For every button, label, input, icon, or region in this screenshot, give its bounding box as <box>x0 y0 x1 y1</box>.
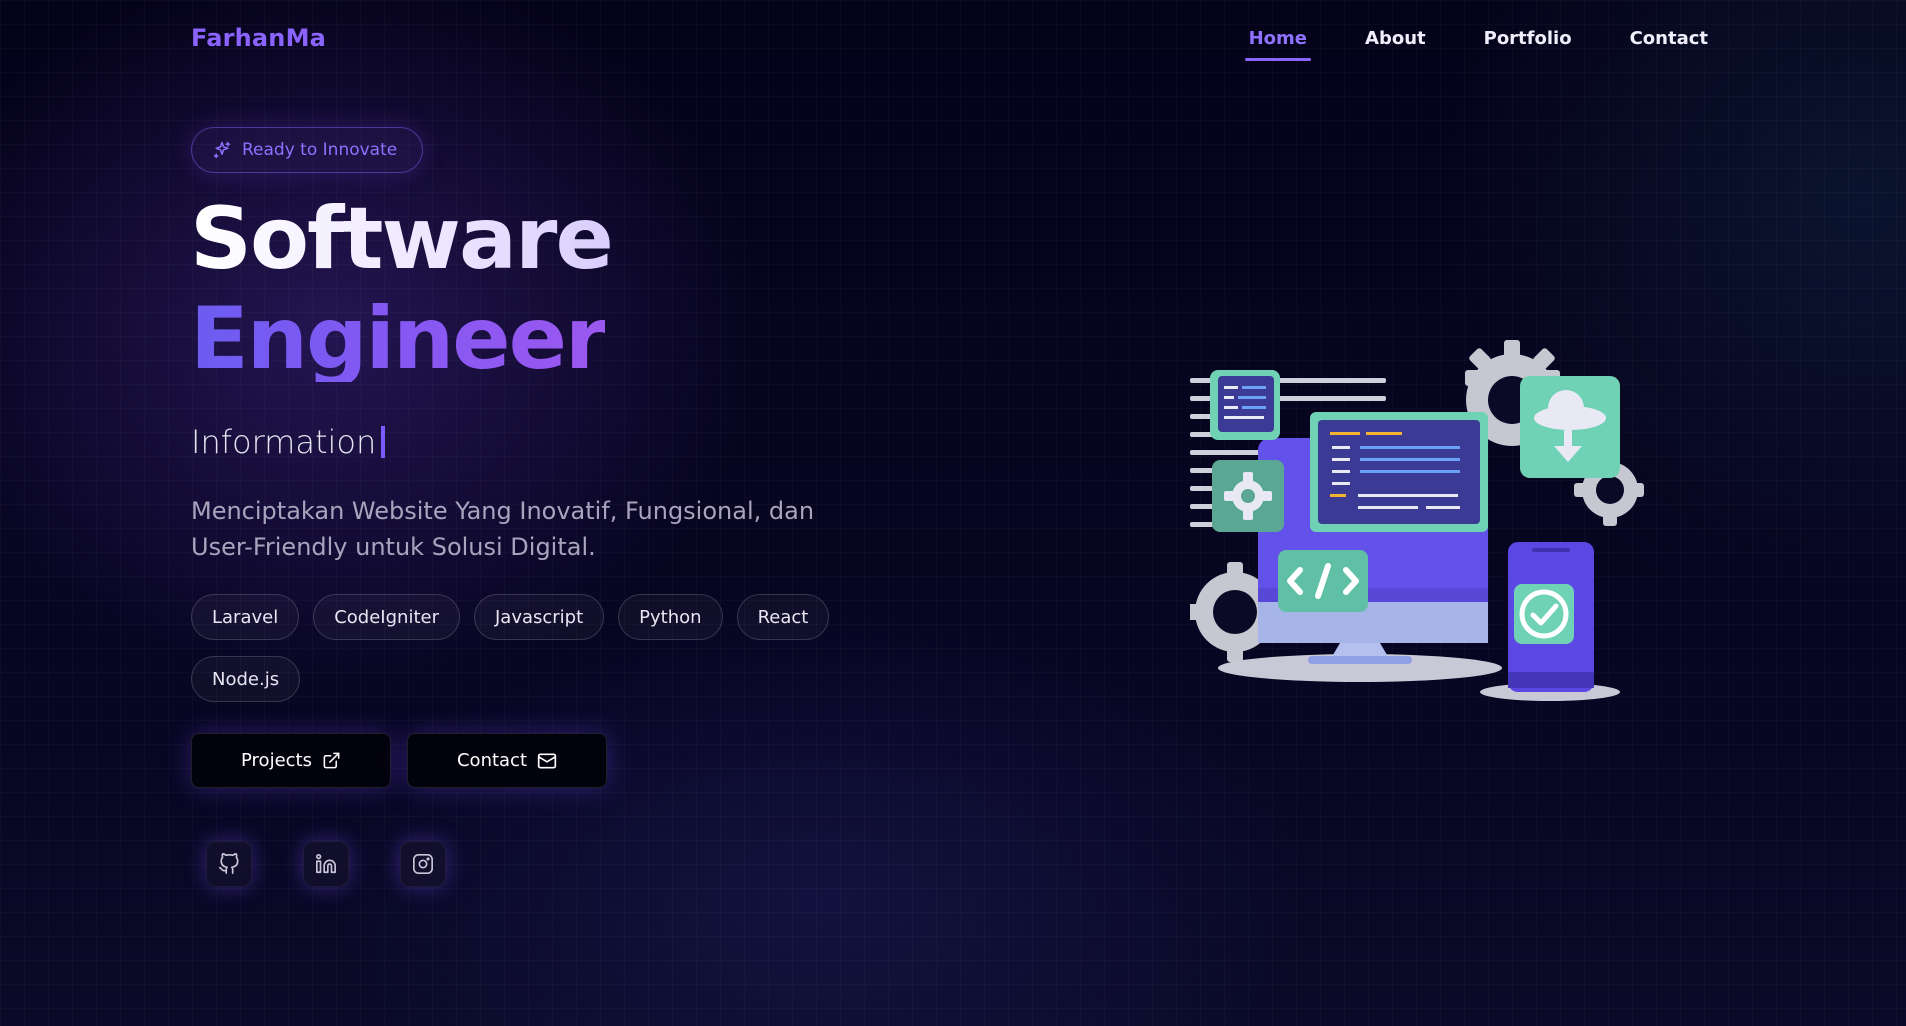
github-link[interactable] <box>206 841 252 887</box>
tag-python: Python <box>618 594 723 640</box>
typing-text: Information <box>191 423 377 461</box>
nav-item-contact[interactable]: Contact <box>1626 26 1712 51</box>
github-icon <box>219 853 239 874</box>
sparkles-icon <box>213 141 231 159</box>
tech-tags: Laravel CodeIgniter Javascript Python Re… <box>191 594 891 702</box>
brand-logo[interactable]: FarhanMa <box>191 24 326 52</box>
mail-icon <box>537 753 557 768</box>
instagram-icon <box>413 854 433 874</box>
code-window <box>1310 412 1488 532</box>
ready-badge: Ready to Innovate <box>191 127 423 173</box>
hero-description: Menciptakan Website Yang Inovatif, Fungs… <box>191 497 815 561</box>
projects-button[interactable]: Projects <box>191 733 391 788</box>
page-content: FarhanMa Home About Portfolio Contact Re… <box>0 0 1906 1026</box>
developer-illustration <box>1190 340 1644 701</box>
typing-caret <box>381 426 386 458</box>
hero-title-line1: Software <box>190 189 614 289</box>
nav-item-home[interactable]: Home <box>1244 26 1312 61</box>
badge-label: Ready to Innovate <box>242 140 398 160</box>
main-nav: Home About Portfolio Contact <box>1244 26 1712 61</box>
linkedin-link[interactable] <box>303 841 349 887</box>
tag-laravel: Laravel <box>191 594 300 640</box>
code-tag-card-icon <box>1278 550 1368 612</box>
nav-item-portfolio[interactable]: Portfolio <box>1480 26 1576 51</box>
settings-card-icon <box>1212 460 1284 532</box>
contact-button[interactable]: Contact <box>407 733 607 788</box>
contact-button-label: Contact <box>456 750 528 771</box>
nav-item-about[interactable]: About <box>1361 26 1430 51</box>
projects-button-label: Projects <box>241 750 312 771</box>
tag-react: React <box>736 594 830 640</box>
cloud-download-card-icon <box>1520 376 1620 478</box>
code-card-icon <box>1210 370 1280 440</box>
typing-subtitle: Information <box>191 423 386 461</box>
hero-title-line2: Engineer <box>190 289 607 389</box>
tag-nodejs: Node.js <box>191 656 301 702</box>
tag-javascript: Javascript <box>473 594 605 640</box>
instagram-link[interactable] <box>400 841 446 887</box>
phone-check-icon <box>1508 542 1594 692</box>
external-link-icon <box>323 752 340 769</box>
linkedin-icon <box>316 854 336 874</box>
tag-codeigniter: CodeIgniter <box>313 594 460 640</box>
